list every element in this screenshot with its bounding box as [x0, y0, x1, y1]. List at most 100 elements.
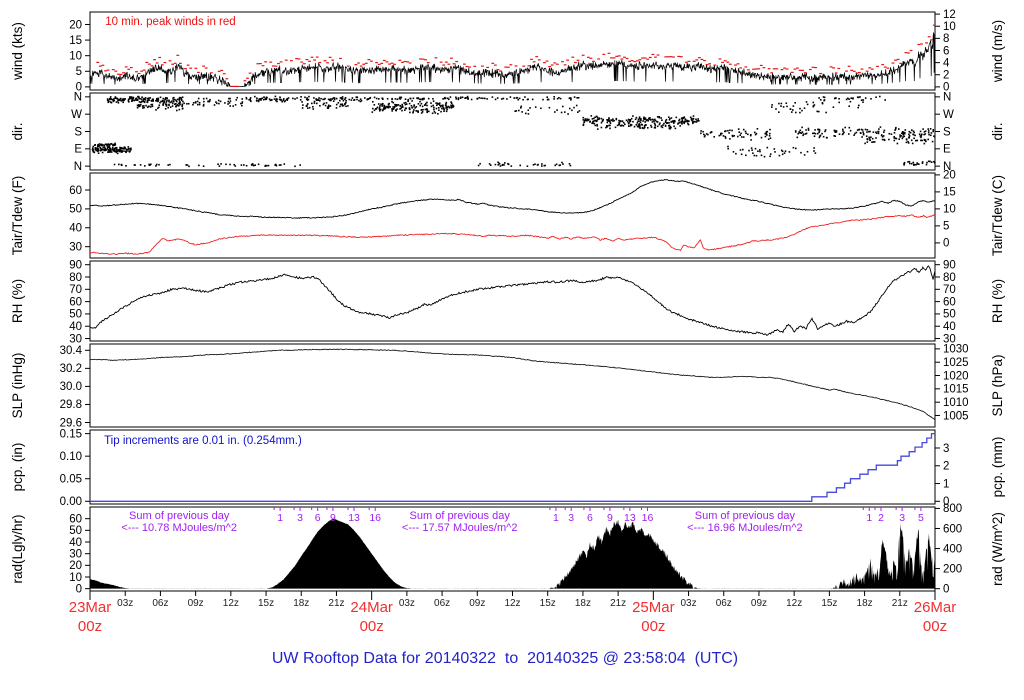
- panel-rad: 01020304050600200400600800rad(Lgly/hr) ra…: [10, 503, 1005, 595]
- svg-text:40: 40: [69, 321, 82, 333]
- weather-dashboard: 0 5 10 15 20 0 2 4 6 8 10 12 wind (kts) wind (m/s) 10 …: [0, 0, 1024, 700]
- ylabel-right-slp: SLP (hPa): [990, 354, 1005, 416]
- svg-text:1010: 1010: [943, 397, 969, 409]
- svg-text:1: 1: [866, 512, 872, 524]
- svg-text:3: 3: [297, 512, 303, 524]
- panel-rh: 3040506070809030405060708090RH (%) RH (%): [10, 259, 1005, 345]
- svg-text:03z: 03z: [117, 598, 133, 609]
- svg-text:1: 1: [277, 512, 283, 524]
- svg-text:30.4: 30.4: [60, 345, 83, 357]
- svg-text:0.05: 0.05: [60, 474, 82, 486]
- day-label: 26Mar: [914, 599, 957, 616]
- ylabel-left-rh: RH (%): [10, 279, 25, 323]
- svg-text:N: N: [943, 92, 951, 104]
- rad-sum-note-0: Sum of previous day: [129, 510, 230, 522]
- svg-text:70: 70: [69, 284, 82, 296]
- svg-text:80: 80: [943, 272, 956, 284]
- ylabel-left-wind: wind (kts): [10, 22, 25, 81]
- svg-text:80: 80: [69, 272, 82, 284]
- svg-text:S: S: [943, 126, 951, 138]
- svg-text:03z: 03z: [399, 598, 415, 609]
- svg-text:18z: 18z: [575, 598, 591, 609]
- svg-text:60: 60: [943, 296, 956, 308]
- rad-sum-note-1: Sum of previous day: [410, 510, 511, 522]
- ylabel-left-pcp: pcp. (in): [10, 443, 25, 492]
- svg-text:12: 12: [943, 9, 956, 21]
- svg-text:2: 2: [943, 461, 949, 473]
- svg-text:60: 60: [69, 296, 82, 308]
- svg-text:N: N: [74, 161, 82, 173]
- svg-text:0: 0: [943, 238, 949, 250]
- svg-text:40: 40: [69, 537, 82, 549]
- day-label: 25Mar: [632, 599, 675, 616]
- svg-text:1: 1: [553, 512, 559, 524]
- svg-text:90: 90: [943, 259, 956, 271]
- svg-text:S: S: [74, 126, 82, 138]
- svg-text:0: 0: [943, 583, 949, 595]
- ylabel-right-wind: wind (m/s): [990, 20, 1005, 83]
- svg-text:00z: 00z: [641, 618, 665, 635]
- chart-title: UW Rooftop Data for 20140322 to 20140325…: [271, 650, 739, 667]
- svg-text:1: 1: [943, 478, 949, 490]
- ylabel-right-temp: Tair/Tdew (C): [990, 175, 1005, 256]
- svg-text:10: 10: [943, 204, 956, 216]
- svg-text:03z: 03z: [680, 598, 696, 609]
- svg-text:30: 30: [69, 241, 82, 253]
- panel-pcp: 0.000.050.100.150123pcp. (in) pcp. (mm)Ti…: [10, 428, 1005, 508]
- svg-text:15z: 15z: [821, 598, 837, 609]
- svg-text:10: 10: [943, 21, 956, 33]
- svg-text:18z: 18z: [857, 598, 873, 609]
- svg-text:0.00: 0.00: [60, 496, 82, 508]
- svg-text:3: 3: [943, 443, 949, 455]
- svg-text:20: 20: [69, 560, 82, 572]
- svg-text:15: 15: [69, 35, 82, 47]
- pcp-tip-note: Tip increments are 0.01 in. (0.254mm.): [104, 435, 302, 447]
- svg-text:00z: 00z: [923, 618, 947, 635]
- svg-text:00z: 00z: [360, 618, 384, 635]
- svg-text:<--- 17.57 MJoules/m^2: <--- 17.57 MJoules/m^2: [402, 522, 518, 534]
- svg-text:13: 13: [624, 512, 636, 524]
- svg-text:15: 15: [943, 187, 956, 199]
- x-axis: 03z 06z 09z 12z 15z 18z 21z 03z 06z 09z 12z 15z 18z 2…: [69, 591, 957, 635]
- svg-text:E: E: [943, 144, 951, 156]
- wind-peak-note: 10 min. peak winds in red: [105, 16, 235, 28]
- panel-wind: 05101520024681012wind (kts) wind (m/s)10 …: [10, 9, 1005, 94]
- svg-text:12z: 12z: [223, 598, 239, 609]
- svg-text:09z: 09z: [469, 598, 485, 609]
- svg-text:1020: 1020: [943, 370, 969, 382]
- svg-text:29.8: 29.8: [60, 399, 82, 411]
- svg-text:10: 10: [69, 50, 82, 62]
- svg-text:30: 30: [69, 548, 82, 560]
- svg-text:15z: 15z: [540, 598, 556, 609]
- svg-text:6: 6: [943, 45, 949, 57]
- svg-text:0.10: 0.10: [60, 451, 82, 463]
- svg-text:50: 50: [943, 309, 956, 321]
- rad-sum-note-2: Sum of previous day: [695, 510, 796, 522]
- svg-text:30.0: 30.0: [60, 381, 82, 393]
- svg-text:20: 20: [69, 19, 82, 31]
- svg-text:12z: 12z: [504, 598, 520, 609]
- panel-dir: NWSENNWSENdir. dir.: [10, 92, 1005, 173]
- svg-text:1015: 1015: [943, 384, 969, 396]
- multipanel-timeseries-chart: 05101520024681012wind (kts) wind (m/s)10 …: [10, 9, 1005, 635]
- svg-text:16: 16: [642, 512, 654, 524]
- day-label: 23Mar: [69, 599, 112, 616]
- svg-text:600: 600: [943, 523, 962, 535]
- svg-text:800: 800: [943, 503, 962, 515]
- svg-text:10: 10: [69, 572, 82, 584]
- svg-text:8: 8: [943, 33, 949, 45]
- svg-text:50: 50: [69, 204, 82, 216]
- svg-text:3: 3: [568, 512, 574, 524]
- ylabel-left-temp: Tair/Tdew (F): [10, 176, 25, 256]
- svg-text:50: 50: [69, 309, 82, 321]
- svg-text:13: 13: [348, 512, 360, 524]
- panel-temp: 30 40 50 60 0 5 10 15 20 Tair/Tdew (F) Tair/Tdew (…: [10, 170, 1005, 259]
- svg-text:<--- 16.96 MJoules/m^2: <--- 16.96 MJoules/m^2: [687, 522, 803, 534]
- svg-text:60: 60: [69, 513, 82, 525]
- svg-text:18z: 18z: [293, 598, 309, 609]
- svg-text:3: 3: [899, 512, 905, 524]
- ylabel-right-dir: dir.: [990, 122, 1005, 140]
- ylabel-left-rad: rad(Lgly/hr): [10, 514, 25, 583]
- svg-text:16: 16: [369, 512, 381, 524]
- svg-text:1030: 1030: [943, 344, 969, 356]
